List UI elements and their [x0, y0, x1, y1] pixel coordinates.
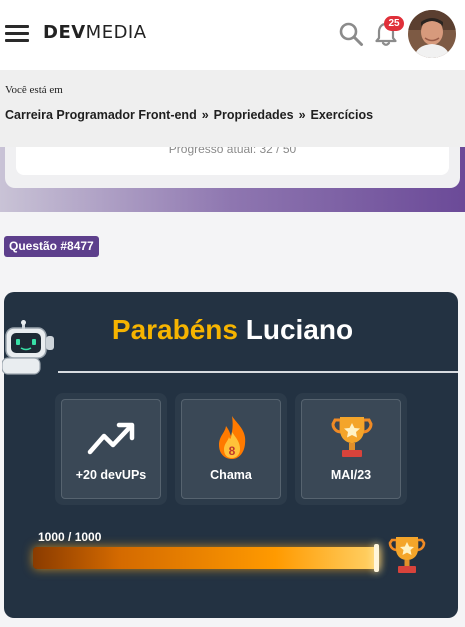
- congrats-title: Parabéns Luciano: [111, 314, 354, 345]
- score-progress-bar: [33, 547, 379, 569]
- avatar[interactable]: [408, 10, 456, 58]
- breadcrumb-prefix: Você está em: [5, 84, 63, 96]
- breadcrumb-separator: »: [201, 108, 209, 122]
- progress-bar-cap: [374, 544, 379, 572]
- score-progress-fill: [33, 547, 379, 569]
- stat-month-trophy: MAI/23: [301, 399, 401, 499]
- streak-value: 8: [229, 444, 236, 458]
- menu-icon[interactable]: [5, 25, 29, 42]
- question-id-tag: Questão #8477: [4, 236, 99, 257]
- score-text: 1000 / 1000: [38, 530, 102, 544]
- title-divider: [58, 371, 458, 373]
- search-icon[interactable]: [338, 21, 364, 47]
- stat-streak: 8 Chama: [181, 399, 281, 499]
- breadcrumb-item-career[interactable]: Carreira Programador Front-end: [5, 108, 197, 122]
- stat-label: MAI/23: [330, 468, 372, 482]
- stat-label: Chama: [210, 468, 252, 482]
- flame-icon: 8: [219, 416, 246, 459]
- stat-label: +20 devUPs: [75, 468, 147, 482]
- notification-count-badge: 25: [384, 16, 404, 31]
- devmedia-logo[interactable]: DEVMEDIA: [43, 22, 147, 43]
- breadcrumb-item-properties[interactable]: Propriedades: [214, 108, 294, 122]
- breadcrumb-item-exercises[interactable]: Exercícios: [311, 108, 374, 122]
- breadcrumb-separator: »: [298, 108, 306, 122]
- trophy-icon: [388, 537, 426, 573]
- breadcrumb: Carreira Programador Front-end » Proprieda…: [5, 108, 373, 122]
- stat-devups: +20 devUPs: [61, 399, 161, 499]
- trending-up-icon: [87, 422, 135, 455]
- trophy-icon: [331, 417, 373, 457]
